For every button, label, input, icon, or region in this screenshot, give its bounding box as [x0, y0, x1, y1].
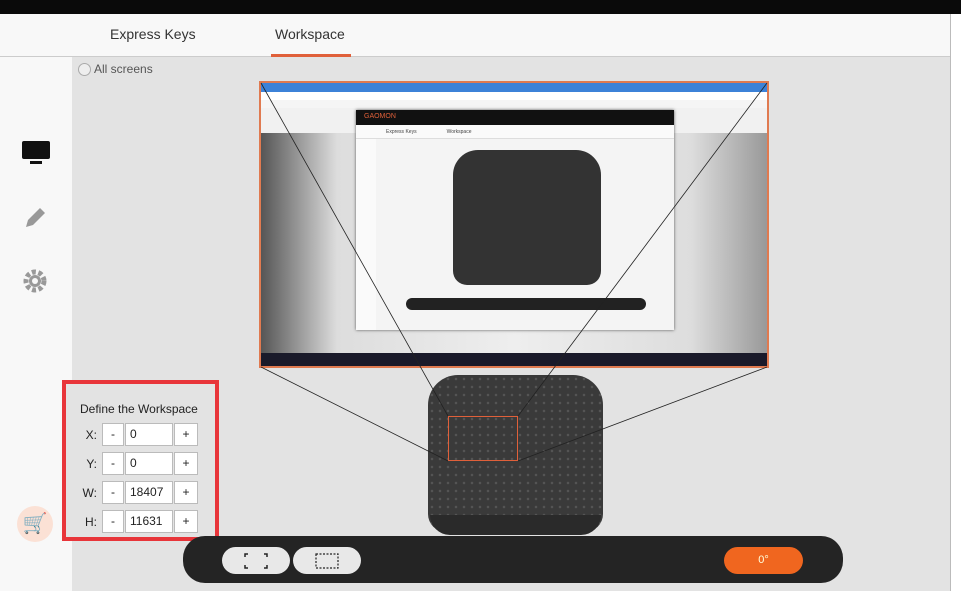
field-h: H: - 11631 +	[80, 507, 215, 536]
preview-tab: Express Keys	[386, 129, 417, 135]
preview-app-logo: GAOMON	[356, 110, 674, 125]
preview-address-bar	[261, 92, 767, 100]
preview-app-window: GAOMON Express Keys Workspace	[356, 110, 674, 330]
preview-tablet	[453, 150, 601, 285]
increment-button[interactable]: +	[174, 510, 198, 533]
increment-button[interactable]: +	[174, 481, 198, 504]
rotation-button[interactable]: 0°	[724, 547, 803, 574]
active-area-rect[interactable]	[448, 416, 518, 461]
select-area-button[interactable]	[293, 547, 361, 574]
field-x: X: - 0 +	[80, 420, 215, 449]
field-w: W: - 18407 +	[80, 478, 215, 507]
all-screens-radio[interactable]: All screens	[78, 62, 153, 76]
all-screens-label: All screens	[94, 62, 153, 76]
x-input[interactable]: 0	[125, 423, 173, 446]
field-y: Y: - 0 +	[80, 449, 215, 478]
workspace-title: Define the Workspace	[80, 402, 198, 416]
height-input[interactable]: 11631	[125, 510, 173, 533]
bottom-toolbar: 0°	[183, 536, 843, 583]
preview-sidebar	[356, 139, 376, 330]
fullscreen-button[interactable]	[222, 547, 290, 574]
define-workspace-panel: Define the Workspace X: - 0 + Y: - 0 + W…	[62, 380, 219, 541]
field-label: W:	[82, 485, 97, 500]
preview-tabs: Express Keys Workspace	[386, 129, 472, 135]
screen-preview: GAOMON Express Keys Workspace	[259, 81, 769, 368]
tab-workspace[interactable]: Workspace	[275, 26, 345, 42]
window-edge	[950, 14, 961, 591]
decrement-button[interactable]: -	[102, 510, 124, 533]
preview-bookmarks	[261, 100, 767, 108]
top-bar	[0, 0, 961, 14]
field-label: X:	[85, 427, 97, 442]
field-label: H:	[85, 514, 97, 529]
preview-taskbar	[261, 353, 767, 366]
preview-bar	[406, 298, 646, 310]
decrement-button[interactable]: -	[102, 423, 124, 446]
gear-icon[interactable]	[22, 268, 48, 294]
pen-icon[interactable]	[22, 205, 48, 231]
width-input[interactable]: 18407	[125, 481, 173, 504]
preview-tab: Workspace	[446, 129, 472, 135]
field-label: Y:	[86, 456, 97, 471]
header: Express Keys Workspace	[0, 14, 950, 57]
tab-express-keys[interactable]: Express Keys	[110, 26, 196, 42]
preview-browser-tabs	[261, 83, 767, 92]
expand-icon	[244, 553, 268, 569]
increment-button[interactable]: +	[174, 423, 198, 446]
tablet-base	[430, 515, 601, 535]
select-area-icon	[315, 553, 339, 569]
y-input[interactable]: 0	[125, 452, 173, 475]
increment-button[interactable]: +	[174, 452, 198, 475]
monitor-icon[interactable]	[22, 141, 50, 165]
decrement-button[interactable]: -	[102, 481, 124, 504]
decrement-button[interactable]: -	[102, 452, 124, 475]
cart-icon[interactable]: 🛒	[17, 506, 53, 542]
radio-icon[interactable]	[78, 62, 91, 76]
